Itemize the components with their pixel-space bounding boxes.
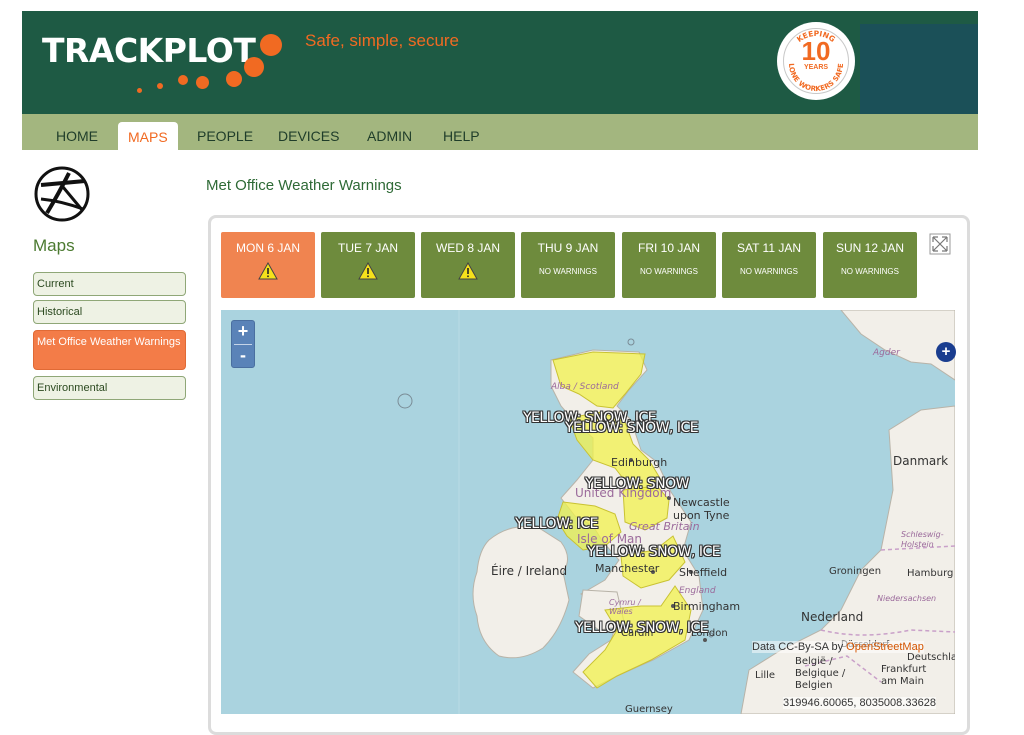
day-label: FRI 10 JAN [637, 241, 700, 255]
day-label: TUE 7 JAN [337, 241, 398, 255]
sidebar-item-environmental[interactable]: Environmental [33, 376, 186, 400]
sidebar-item-current[interactable]: Current [33, 272, 186, 296]
map-label-denmark: Danmark [893, 454, 949, 468]
day-label: THU 9 JAN [537, 241, 599, 255]
day-status: NO WARNINGS [640, 267, 698, 276]
warning-icon [258, 262, 278, 280]
map-label-deutschland: Deutschland [907, 652, 955, 663]
map-label-ireland: Éire / Ireland [491, 564, 568, 578]
nav-people[interactable]: PEOPLE [197, 128, 253, 144]
day-tab-thu[interactable]: THU 9 JAN NO WARNINGS [521, 232, 615, 298]
map-label-frankfurt: Frankfurt am Main [881, 664, 927, 687]
map-label-agder: Agder [873, 348, 900, 358]
day-status: NO WARNINGS [539, 267, 597, 276]
map-label-sheffield: Sheffield [679, 566, 728, 579]
warning-label: YELLOW: SNOW, ICE [587, 544, 721, 560]
weather-map[interactable]: Alba / Scotland Edinburgh United Kingdom… [221, 310, 955, 714]
nav-home[interactable]: HOME [56, 128, 98, 144]
zoom-control: + - [231, 320, 255, 368]
nav-admin[interactable]: ADMIN [367, 128, 412, 144]
map-label-lille: Lille [755, 670, 776, 681]
map-label-edinburgh: Edinburgh [611, 456, 668, 469]
day-tab-wed[interactable]: WED 8 JAN [421, 232, 515, 298]
day-label: SAT 11 JAN [736, 241, 802, 255]
warning-label: YELLOW: ICE [515, 516, 598, 532]
badge-years: YEARS [803, 64, 829, 71]
day-tab-tue[interactable]: TUE 7 JAN [321, 232, 415, 298]
map-label-nederland: Nederland [801, 610, 864, 624]
nav-devices[interactable]: DEVICES [278, 128, 339, 144]
day-tab-mon[interactable]: MON 6 JAN [221, 232, 315, 298]
osm-link[interactable]: OpenStreetMap [846, 641, 924, 653]
map-label-england: England [679, 586, 716, 596]
fullscreen-icon[interactable] [929, 233, 951, 255]
badge-number: 10 [801, 36, 831, 66]
map-coordinates: 319946.60065, 8035008.33628 [783, 697, 936, 709]
map-label-newcastle: Newcastle upon Tyne [673, 496, 730, 522]
warning-label: YELLOW: SNOW, ICE [575, 620, 709, 636]
warning-icon [458, 262, 478, 280]
map-label-wales: Cymru / Wales [609, 598, 641, 616]
map-label-groningen: Groningen [829, 566, 882, 577]
main-nav: HOME MAPS PEOPLE DEVICES ADMIN HELP [22, 114, 978, 150]
sidebar-item-historical[interactable]: Historical [33, 300, 186, 324]
map-label-scotland: Alba / Scotland [551, 382, 619, 392]
attribution-text: Data CC-By-SA by [752, 641, 844, 653]
warning-icon [358, 262, 378, 280]
header: TRACKPLOT Safe, simple, secure KEEPING L… [22, 11, 978, 114]
maps-icon [34, 166, 90, 222]
map-attribution: Data CC-By-SA by OpenStreetMap [752, 641, 924, 653]
ten-years-badge: KEEPING LONE WORKERS SAFE 10 YEARS [777, 22, 855, 100]
map-label-schleswig: Schleswig-Holstein [901, 530, 944, 549]
tagline: Safe, simple, secure [305, 31, 460, 50]
map-label-manchester: Manchester [595, 562, 660, 575]
zoom-in-button[interactable]: + [232, 321, 254, 343]
day-tab-fri[interactable]: FRI 10 JAN NO WARNINGS [622, 232, 716, 298]
page-title: Met Office Weather Warnings [206, 177, 402, 194]
day-status: NO WARNINGS [841, 267, 899, 276]
day-label: SUN 12 JAN [835, 241, 905, 255]
zoom-out-button[interactable]: - [232, 345, 254, 367]
day-tab-sat[interactable]: SAT 11 JAN NO WARNINGS [722, 232, 816, 298]
logo-text: TRACKPLOT [42, 31, 256, 70]
day-label: MON 6 JAN [235, 241, 300, 255]
day-label: WED 8 JAN [435, 241, 500, 255]
header-block [860, 24, 978, 114]
nav-help[interactable]: HELP [443, 128, 480, 144]
map-label-niedersachsen: Niedersachsen [877, 594, 937, 603]
map-label-belgium: België / Belgique / Belgien [795, 656, 846, 691]
map-label-birmingham: Birmingham [673, 600, 741, 613]
warning-label: YELLOW: SNOW, ICE [565, 420, 699, 436]
map-label-hamburg: Hamburg [907, 568, 954, 579]
map-base [397, 310, 955, 714]
day-tab-sun[interactable]: SUN 12 JAN NO WARNINGS [823, 232, 917, 298]
day-status: NO WARNINGS [740, 267, 798, 276]
sidebar-item-weather-warnings[interactable]: Met Office Weather Warnings [33, 330, 186, 370]
sidebar-title: Maps [33, 236, 75, 255]
map-label-guernsey: Guernsey [625, 704, 673, 714]
map-corner-button[interactable]: + [936, 342, 956, 362]
nav-maps[interactable]: MAPS [118, 122, 178, 150]
warning-label: YELLOW: SNOW [585, 476, 689, 492]
